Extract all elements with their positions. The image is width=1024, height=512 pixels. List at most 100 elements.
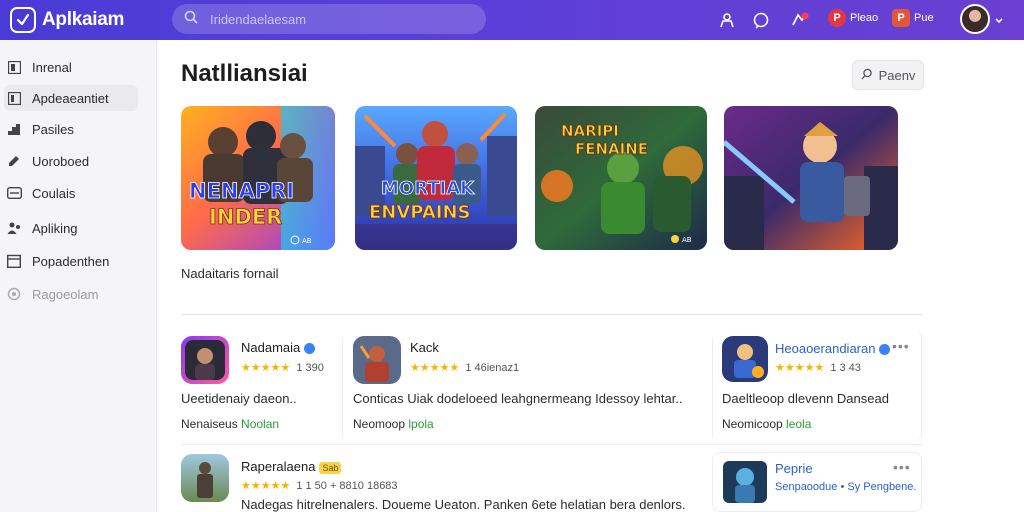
sidebar-item-label: Pasiles bbox=[32, 121, 74, 137]
divider bbox=[342, 338, 343, 438]
sidebar-item-uoroboed[interactable]: Uoroboed bbox=[4, 148, 138, 174]
search-bar[interactable] bbox=[172, 4, 486, 34]
app-icon bbox=[181, 454, 229, 502]
search-icon bbox=[184, 10, 198, 29]
app-sub-prefix: Neomicoop bbox=[722, 417, 783, 431]
app-subline: Nenaiseus Noolan bbox=[181, 417, 279, 431]
filter-label: Paenv bbox=[878, 67, 916, 83]
pill-pue[interactable]: P Pue bbox=[892, 9, 934, 27]
app-name: Raperalaena Sab bbox=[241, 459, 342, 474]
filter-button[interactable]: Paenv bbox=[852, 60, 924, 90]
list-item[interactable]: Kack ★★★★★ 1 46ienaz1 Conticas Uiak dodel… bbox=[353, 330, 703, 442]
app-description: Daeltleoop dlevenn Dansead bbox=[722, 391, 889, 406]
page-title: Natlliansiai bbox=[181, 60, 308, 87]
featured-caption: Nadaitaris fornail bbox=[181, 266, 279, 281]
person-icon[interactable] bbox=[716, 9, 738, 31]
more-icon[interactable]: ••• bbox=[893, 459, 911, 475]
app-name: Peprie bbox=[775, 461, 813, 476]
sidebar-item-popadenthen[interactable]: Popadenthen bbox=[4, 248, 138, 274]
app-name-text: Raperalaena bbox=[241, 459, 316, 474]
app-sub-link[interactable]: lpola bbox=[408, 417, 433, 431]
sidebar-item-label: Ragoeolam bbox=[32, 286, 99, 302]
app-name: Aplkaiam bbox=[42, 9, 125, 30]
featured-title-line1: MORTIAK bbox=[381, 178, 475, 199]
app-name-text: Nadamaia bbox=[241, 340, 301, 355]
chat-icon[interactable] bbox=[750, 9, 772, 31]
list-item[interactable]: Heoaoerandiaran ••• ★★★★★ 1 3 43 Daeltleo… bbox=[722, 330, 922, 442]
app-icon bbox=[722, 336, 768, 382]
sidebar-item-pasiles[interactable]: Pasiles bbox=[4, 116, 138, 142]
list-item[interactable]: Nadamaia ★★★★★ 1 390 Ueetidenaiy daeon.. … bbox=[181, 330, 341, 442]
rating-stars: ★★★★★ bbox=[241, 480, 291, 492]
list-item[interactable]: Peprie ••• Senpaoodue • Sy Pengbene. bbox=[712, 452, 922, 512]
pill-pleao[interactable]: P Pleao bbox=[828, 9, 878, 27]
app-sub-prefix: Neomoop bbox=[353, 417, 406, 431]
sidebar-item-apliking[interactable]: Apliking bbox=[4, 215, 138, 241]
rating-count: 1 46ienaz1 bbox=[465, 362, 520, 374]
featured-title-line2: ENVPAINS bbox=[369, 202, 471, 223]
chevron-down-icon[interactable] bbox=[994, 13, 1004, 31]
divider bbox=[181, 314, 923, 315]
calendar-icon bbox=[6, 253, 22, 269]
app-description: Nadegas hitrelnenalers. Doueme Ueaton. P… bbox=[241, 497, 686, 512]
verified-icon bbox=[879, 344, 891, 356]
search-input[interactable] bbox=[210, 11, 450, 27]
app-description: Conticas Uiak dodeloeed leahgnermeang Id… bbox=[353, 391, 683, 406]
sidebar-item-label: Uoroboed bbox=[32, 153, 90, 169]
app-subline: Neomicoop leola bbox=[722, 417, 811, 431]
settings-icon bbox=[6, 286, 22, 302]
app-icon bbox=[181, 336, 229, 384]
featured-badge: AB bbox=[302, 237, 312, 245]
rating-stars: ★★★★★ bbox=[410, 362, 460, 374]
grid-icon bbox=[6, 59, 22, 75]
featured-badge: AB bbox=[682, 236, 692, 244]
sidebar-item-inrenal[interactable]: Inrenal bbox=[4, 54, 138, 80]
sidebar-item-coulais[interactable]: Coulais bbox=[4, 180, 138, 206]
sidebar-item-ragoeolam[interactable]: Ragoeolam bbox=[4, 281, 138, 307]
featured-card[interactable] bbox=[724, 106, 898, 250]
list-item[interactable]: Raperalaena Sab ★★★★★ 1 1 50 + 8810 18683 … bbox=[181, 450, 711, 512]
red-square-icon: P bbox=[892, 9, 910, 27]
sidebar-item-apdeaeantiet[interactable]: Apdeaeantiet bbox=[4, 85, 138, 111]
pill-label: Pue bbox=[914, 12, 934, 24]
rating-count: 1 390 bbox=[296, 362, 324, 374]
app-name: Heoaoerandiaran bbox=[775, 341, 891, 356]
featured-title-line1: NARIPI bbox=[561, 122, 619, 140]
sidebar-item-label: Inrenal bbox=[32, 59, 72, 75]
divider bbox=[712, 338, 713, 438]
rating-stars: ★★★★★ bbox=[775, 362, 825, 374]
app-logo[interactable]: Aplkaiam bbox=[10, 7, 160, 33]
app-name-text: Heoaoerandiaran bbox=[775, 341, 876, 356]
app-subline: Neomoop lpola bbox=[353, 417, 434, 431]
edit-icon bbox=[6, 153, 22, 169]
rating: ★★★★★ 1 390 bbox=[241, 361, 324, 374]
sidebar-item-label: Popadenthen bbox=[32, 253, 110, 269]
rating: ★★★★★ 1 3 43 bbox=[775, 361, 861, 374]
pill-label: Pleao bbox=[850, 12, 879, 24]
search-icon bbox=[861, 68, 873, 83]
app-sub-prefix: Nenaiseus bbox=[181, 417, 238, 431]
logo-icon bbox=[10, 7, 36, 33]
sidebar-item-label: Apdeaeantiet bbox=[32, 90, 109, 106]
featured-title-line1: NENAPRI bbox=[189, 179, 294, 203]
chart-icon bbox=[6, 121, 22, 137]
featured-card[interactable]: MORTIAK ENVPAINS bbox=[355, 106, 517, 250]
user-avatar[interactable] bbox=[960, 4, 990, 34]
app-sub-link[interactable]: Noolan bbox=[241, 417, 279, 431]
sidebar: Inrenal Apdeaeantiet Pasiles Uoroboed Co… bbox=[0, 40, 157, 512]
app-icon bbox=[723, 461, 767, 503]
notification-icon[interactable] bbox=[789, 9, 811, 31]
app-icon bbox=[353, 336, 401, 384]
featured-card[interactable]: NENAPRI INDER AB bbox=[181, 106, 335, 250]
more-icon[interactable]: ••• bbox=[892, 338, 910, 354]
featured-title-line2: INDER bbox=[209, 205, 282, 229]
card-icon bbox=[6, 185, 22, 201]
app-sub-link[interactable]: leola bbox=[786, 417, 811, 431]
square-icon bbox=[6, 90, 22, 106]
rating: ★★★★★ 1 1 50 + 8810 18683 bbox=[241, 479, 398, 492]
top-bar: Aplkaiam P Pleao P Pue bbox=[0, 0, 1024, 40]
featured-card[interactable]: NARIPI FENAINE AB bbox=[535, 106, 707, 250]
rating: ★★★★★ 1 46ienaz1 bbox=[410, 361, 519, 374]
app-description: Senpaoodue • Sy Pengbene. bbox=[775, 481, 917, 493]
verified-icon bbox=[304, 343, 316, 355]
